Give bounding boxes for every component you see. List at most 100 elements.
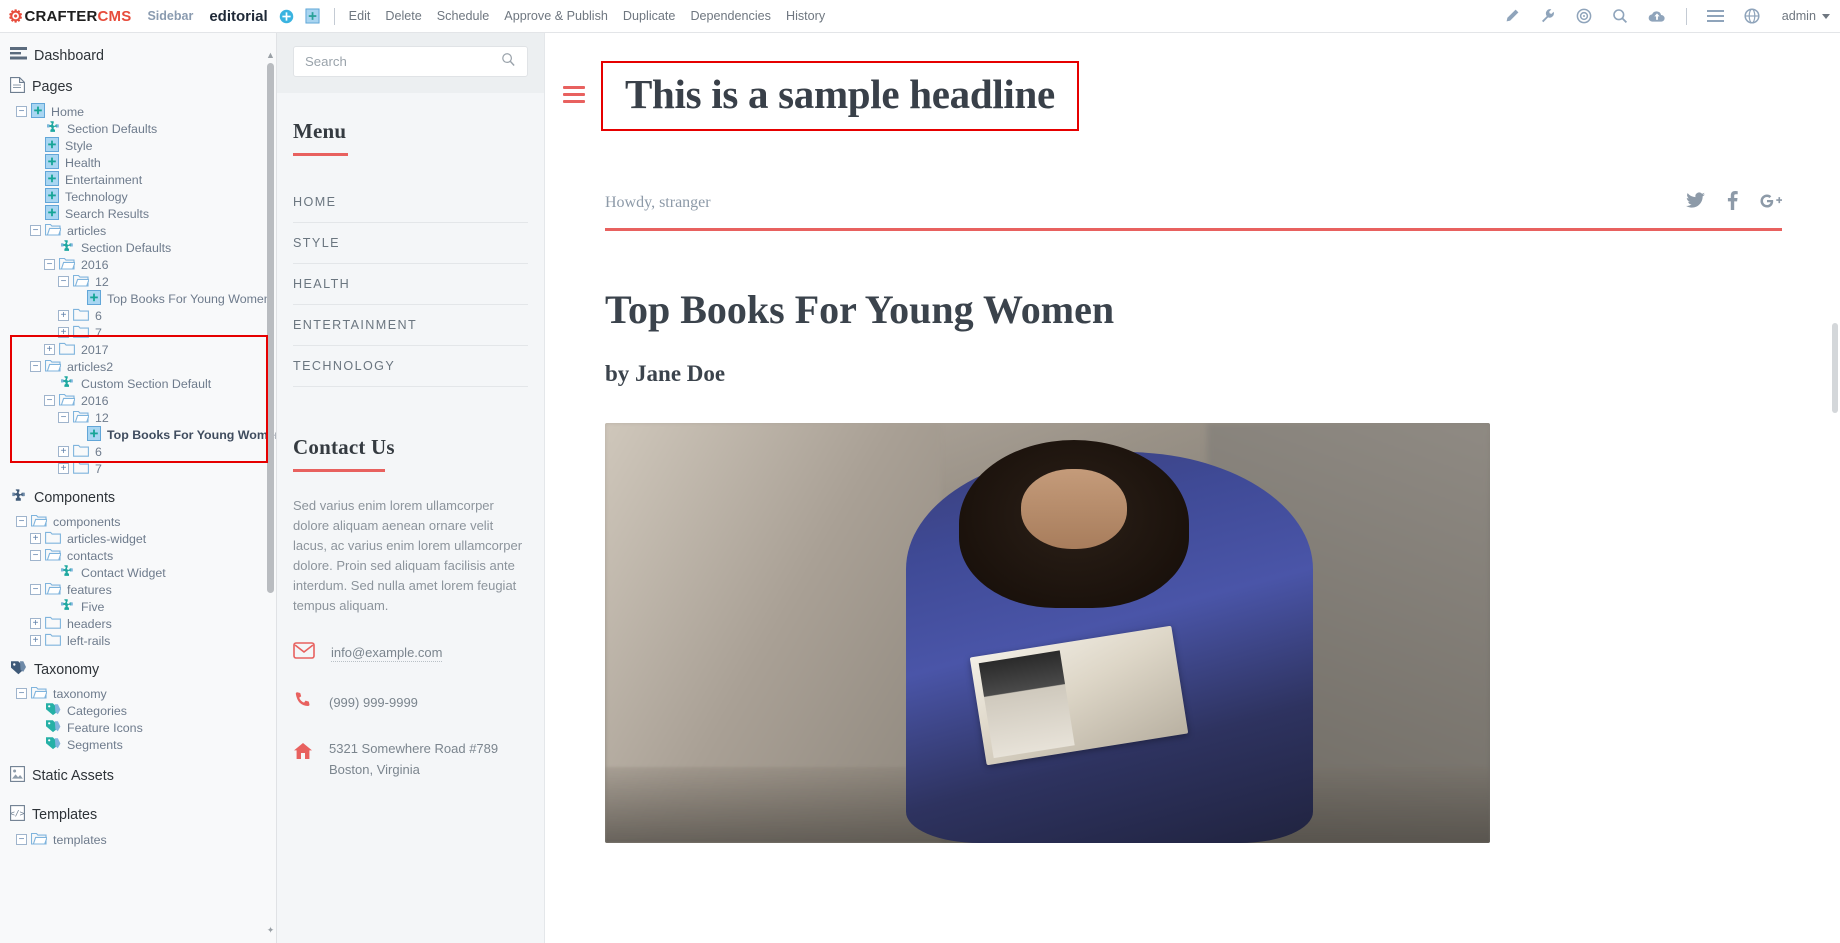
tree-item[interactable]: − features xyxy=(0,581,276,598)
tree-item[interactable]: − articles xyxy=(0,222,276,239)
tree-item[interactable]: − 2016 xyxy=(0,392,276,409)
tree-item[interactable]: + articles-widget xyxy=(0,530,276,547)
hamburger-icon[interactable] xyxy=(563,85,585,107)
circle-plus-icon[interactable] xyxy=(279,9,294,24)
tree-toggle-minus[interactable]: − xyxy=(44,259,55,270)
cloud-upload-icon[interactable] xyxy=(1648,9,1666,24)
tree-toggle-minus[interactable]: − xyxy=(16,106,27,117)
tree-item[interactable]: Custom Section Default xyxy=(0,375,276,392)
tree-scroll-area[interactable]: Dashboard Pages − Home Section Defaults Style… xyxy=(0,33,276,848)
dashboard-section[interactable]: Dashboard xyxy=(0,41,276,71)
preview-scrollbar[interactable] xyxy=(1832,323,1838,413)
tree-item[interactable]: +6 xyxy=(0,307,276,324)
tree-item[interactable]: Categories xyxy=(0,702,276,719)
tree-item[interactable]: Five xyxy=(0,598,276,615)
menu-item-delete[interactable]: Delete xyxy=(385,9,421,23)
pencil-icon[interactable] xyxy=(1504,8,1520,24)
search-icon[interactable] xyxy=(1612,8,1628,24)
folder-open-icon xyxy=(58,393,76,409)
tree-item[interactable]: Feature Icons xyxy=(0,719,276,736)
tree-toggle-plus[interactable]: + xyxy=(44,344,55,355)
tree-item[interactable]: Technology xyxy=(0,187,276,205)
tree-toggle-minus[interactable]: − xyxy=(16,688,27,699)
search-icon[interactable] xyxy=(501,52,516,72)
scroll-down-arrow[interactable]: ✦ xyxy=(266,926,275,935)
menu-item-edit[interactable]: Edit xyxy=(349,9,371,23)
tree-item[interactable]: − articles2 xyxy=(0,358,276,375)
static-assets-section[interactable]: Static Assets xyxy=(0,760,276,792)
tree-item[interactable]: + left-rails xyxy=(0,632,276,649)
sidebar-scrollbar[interactable] xyxy=(267,63,274,593)
tree-item[interactable]: + headers xyxy=(0,615,276,632)
search-box[interactable]: Search xyxy=(293,46,528,77)
tree-item[interactable]: Section Defaults xyxy=(0,239,276,256)
wrench-icon[interactable] xyxy=(1540,8,1556,24)
target-icon[interactable] xyxy=(1576,8,1592,24)
menu-item-schedule[interactable]: Schedule xyxy=(437,9,490,23)
tree-toggle-minus[interactable]: − xyxy=(30,550,41,561)
tree-toggle-minus[interactable]: − xyxy=(30,225,41,236)
tree-item[interactable]: Search Results xyxy=(0,204,276,222)
tree-item[interactable]: Top Books For Young Women xyxy=(0,289,276,307)
globe-help-icon[interactable] xyxy=(1744,8,1760,24)
menu-item-dependencies[interactable]: Dependencies xyxy=(690,9,771,23)
tree-item[interactable]: Contact Widget xyxy=(0,564,276,581)
tree-toggle-minus[interactable]: − xyxy=(16,834,27,845)
tree-item[interactable]: − 12 xyxy=(0,409,276,426)
tree-toggle-minus[interactable]: − xyxy=(58,412,69,423)
facebook-icon[interactable] xyxy=(1727,191,1738,215)
tree-item[interactable]: Health xyxy=(0,153,276,171)
tree-item[interactable]: +7 xyxy=(0,460,276,477)
tree-item[interactable]: − taxonomy xyxy=(0,685,276,702)
site-menu-item-home[interactable]: HOME xyxy=(293,182,528,223)
tree-toggle-minus[interactable]: − xyxy=(58,276,69,287)
site-menu-item-technology[interactable]: TECHNOLOGY xyxy=(293,346,528,387)
google-plus-icon[interactable] xyxy=(1760,193,1783,214)
tree-toggle-minus[interactable]: − xyxy=(30,361,41,372)
tree-item[interactable]: Segments xyxy=(0,736,276,753)
contact-email-row[interactable]: info@example.com xyxy=(293,642,528,664)
tree-item[interactable]: Entertainment xyxy=(0,170,276,188)
site-menu-item-entertainment[interactable]: ENTERTAINMENT xyxy=(293,305,528,346)
tree-item[interactable]: Section Defaults xyxy=(0,120,276,137)
tree-toggle-plus[interactable]: + xyxy=(58,446,69,457)
craftercms-logo[interactable]: ⚙ CRAFTER CMS xyxy=(8,8,131,25)
sidebar-toggle-link[interactable]: Sidebar xyxy=(147,9,193,23)
tree-item[interactable]: Style xyxy=(0,136,276,154)
tree-item[interactable]: − templates xyxy=(0,831,276,848)
scroll-up-arrow[interactable]: ▲ xyxy=(266,51,275,60)
tree-toggle-minus[interactable]: − xyxy=(44,395,55,406)
tree-toggle-plus[interactable]: + xyxy=(30,635,41,646)
tree-toggle-plus[interactable]: + xyxy=(58,310,69,321)
tree-item[interactable]: +6 xyxy=(0,443,276,460)
menu-item-duplicate[interactable]: Duplicate xyxy=(623,9,676,23)
tree-item[interactable]: − components xyxy=(0,513,276,530)
tree-item[interactable]: +2017 xyxy=(0,341,276,358)
tree-toggle-plus[interactable]: + xyxy=(58,327,69,338)
templates-section[interactable]: </> Templates xyxy=(0,799,276,831)
tree-item[interactable]: Top Books For Young Women xyxy=(0,425,276,443)
folder-open-icon xyxy=(44,548,62,564)
tree-toggle-plus[interactable]: + xyxy=(30,618,41,629)
new-page-icon[interactable] xyxy=(305,8,320,24)
tree-toggle-minus[interactable]: − xyxy=(30,584,41,595)
menu-item-approve-publish[interactable]: Approve & Publish xyxy=(504,9,608,23)
tree-item[interactable]: − 12 xyxy=(0,273,276,290)
tree-item[interactable]: − contacts xyxy=(0,547,276,564)
admin-menu[interactable]: admin xyxy=(1782,9,1830,23)
site-menu-item-health[interactable]: HEALTH xyxy=(293,264,528,305)
tree-item[interactable]: − 2016 xyxy=(0,256,276,273)
twitter-icon[interactable] xyxy=(1686,192,1705,214)
taxonomy-section[interactable]: Taxonomy xyxy=(0,654,276,685)
components-section[interactable]: Components xyxy=(0,482,276,513)
menu-item-history[interactable]: History xyxy=(786,9,825,23)
tree-toggle-plus[interactable]: + xyxy=(30,533,41,544)
tree-item[interactable]: +7 xyxy=(0,324,276,341)
pages-section[interactable]: Pages xyxy=(0,71,276,103)
contact-email-text[interactable]: info@example.com xyxy=(331,645,443,662)
hamburger-icon[interactable] xyxy=(1706,9,1724,23)
tree-item[interactable]: − Home xyxy=(0,102,276,120)
tree-toggle-plus[interactable]: + xyxy=(58,463,69,474)
tree-toggle-minus[interactable]: − xyxy=(16,516,27,527)
site-menu-item-style[interactable]: STYLE xyxy=(293,223,528,264)
